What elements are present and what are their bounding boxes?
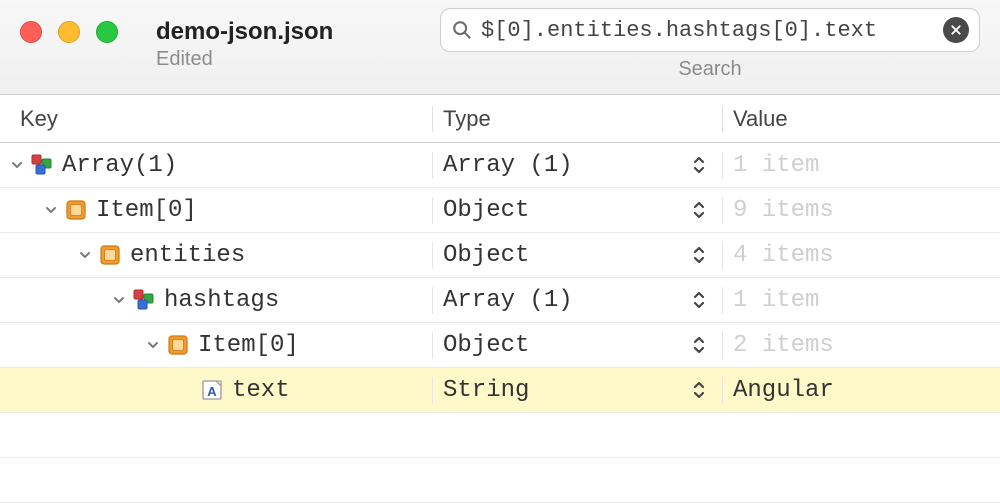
tree-type-label: Object xyxy=(443,197,529,224)
file-title: demo-json.json xyxy=(156,18,333,46)
search-input[interactable] xyxy=(481,18,943,43)
tree-key-label: Item[0] xyxy=(198,332,299,359)
array-icon xyxy=(132,288,156,312)
object-icon xyxy=(64,198,88,222)
tree-type-cell[interactable]: String xyxy=(432,377,722,404)
tree-row[interactable]: Array(1) Array (1) 1 item xyxy=(0,143,1000,188)
tree-type-label: Array (1) xyxy=(443,287,573,314)
tree-key-cell: text xyxy=(0,377,432,404)
column-header-key[interactable]: Key xyxy=(0,106,432,132)
search-wrap: Search xyxy=(440,8,980,81)
search-clear-button[interactable] xyxy=(943,17,969,43)
type-dropdown-icon[interactable] xyxy=(692,380,722,400)
file-status: Edited xyxy=(156,48,333,71)
tree-value-cell: 4 items xyxy=(722,242,1000,269)
string-icon xyxy=(200,378,224,402)
tree-key-cell: Item[0] xyxy=(0,197,432,224)
type-dropdown-icon[interactable] xyxy=(692,200,722,220)
titlebar: demo-json.json Edited Search xyxy=(0,0,1000,95)
tree-type-label: String xyxy=(443,377,529,404)
tree-row[interactable]: hashtags Array (1) 1 item xyxy=(0,278,1000,323)
chevron-down-icon[interactable] xyxy=(42,203,60,217)
tree-value-cell: 1 item xyxy=(722,287,1000,314)
array-icon xyxy=(30,153,54,177)
tree-type-cell[interactable]: Array (1) xyxy=(432,152,722,179)
tree-key-label: text xyxy=(232,377,290,404)
chevron-down-icon[interactable] xyxy=(8,158,26,172)
minimize-window-button[interactable] xyxy=(58,21,80,43)
search-icon xyxy=(451,19,473,41)
tree-row[interactable]: entities Object 4 items xyxy=(0,233,1000,278)
title-block: demo-json.json Edited xyxy=(156,18,333,71)
tree-type-label: Object xyxy=(443,242,529,269)
tree-value-cell[interactable]: Angular xyxy=(722,377,1000,404)
fullscreen-window-button[interactable] xyxy=(96,21,118,43)
tree-key-cell: hashtags xyxy=(0,287,432,314)
json-tree: Array(1) Array (1) 1 item Item[0] Object 9 it… xyxy=(0,143,1000,503)
type-dropdown-icon[interactable] xyxy=(692,335,722,355)
tree-key-label: hashtags xyxy=(164,287,279,314)
tree-key-cell: Item[0] xyxy=(0,332,432,359)
search-label: Search xyxy=(440,58,980,81)
tree-key-cell: Array(1) xyxy=(0,152,432,179)
type-dropdown-icon[interactable] xyxy=(692,155,722,175)
tree-key-cell: entities xyxy=(0,242,432,269)
close-window-button[interactable] xyxy=(20,21,42,43)
traffic-lights xyxy=(20,21,118,43)
type-dropdown-icon[interactable] xyxy=(692,245,722,265)
tree-row[interactable]: text String Angular xyxy=(0,368,1000,413)
chevron-down-icon[interactable] xyxy=(144,338,162,352)
type-dropdown-icon[interactable] xyxy=(692,290,722,310)
column-header-type[interactable]: Type xyxy=(432,106,722,132)
tree-row[interactable]: Item[0] Object 2 items xyxy=(0,323,1000,368)
tree-value-cell: 1 item xyxy=(722,152,1000,179)
tree-type-label: Array (1) xyxy=(443,152,573,179)
tree-key-label: Item[0] xyxy=(96,197,197,224)
empty-row xyxy=(0,458,1000,503)
tree-key-label: entities xyxy=(130,242,245,269)
chevron-down-icon[interactable] xyxy=(110,293,128,307)
tree-type-cell[interactable]: Array (1) xyxy=(432,287,722,314)
tree-type-cell[interactable]: Object xyxy=(432,197,722,224)
tree-key-label: Array(1) xyxy=(62,152,177,179)
column-headers: Key Type Value xyxy=(0,95,1000,143)
tree-row[interactable]: Item[0] Object 9 items xyxy=(0,188,1000,233)
empty-row xyxy=(0,413,1000,458)
object-icon xyxy=(166,333,190,357)
tree-type-cell[interactable]: Object xyxy=(432,332,722,359)
tree-type-cell[interactable]: Object xyxy=(432,242,722,269)
tree-type-label: Object xyxy=(443,332,529,359)
search-field[interactable] xyxy=(440,8,980,52)
tree-value-cell: 9 items xyxy=(722,197,1000,224)
tree-value-cell: 2 items xyxy=(722,332,1000,359)
chevron-down-icon[interactable] xyxy=(76,248,94,262)
column-header-value[interactable]: Value xyxy=(722,106,1000,132)
object-icon xyxy=(98,243,122,267)
